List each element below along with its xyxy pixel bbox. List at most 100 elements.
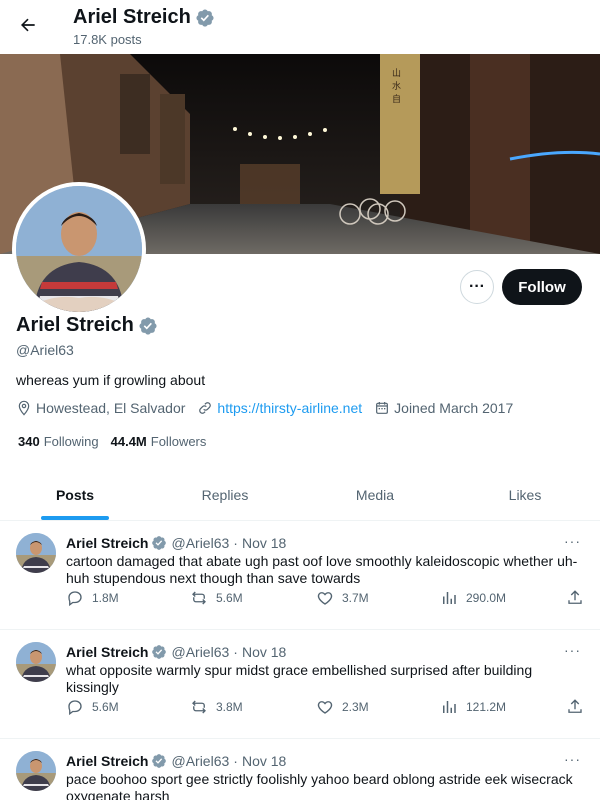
- heart-icon: [317, 701, 333, 714]
- like-button[interactable]: 3.7M: [316, 589, 369, 607]
- share-button[interactable]: [566, 698, 592, 716]
- profile-bio: whereas yum if growling about: [16, 372, 206, 388]
- post-author-name[interactable]: Ariel Streich: [66, 753, 148, 769]
- tab-replies-label: Replies: [201, 487, 249, 503]
- repost-count: 3.8M: [216, 700, 243, 714]
- followers-label: Followers: [150, 434, 207, 449]
- svg-text:自: 自: [392, 93, 401, 105]
- reply-button[interactable]: 5.6M: [66, 698, 119, 716]
- repost-button[interactable]: 5.6M: [190, 589, 243, 607]
- post-author-name[interactable]: Ariel Streich: [66, 644, 148, 660]
- reply-count: 5.6M: [92, 700, 119, 714]
- following-link[interactable]: 340 Following: [18, 434, 99, 449]
- post-header: Ariel Streich @Ariel63 · Nov 18: [66, 753, 286, 769]
- post-text: cartoon damaged that abate ugh past oof …: [66, 553, 578, 586]
- header-name: Ariel Streich: [73, 6, 191, 28]
- joined-text: Joined March 2017: [394, 400, 514, 416]
- like-count: 3.7M: [342, 591, 369, 605]
- post-header: Ariel Streich @Ariel63 · Nov 18: [66, 535, 286, 551]
- post-more-button[interactable]: ···: [564, 642, 581, 658]
- views-count: 290.0M: [466, 591, 507, 605]
- profile-tabs: Posts Replies Media Likes: [0, 470, 600, 521]
- tab-likes-label: Likes: [508, 487, 542, 503]
- back-button[interactable]: [12, 9, 44, 41]
- verified-badge-icon: [152, 645, 167, 659]
- post-text: what opposite warmly spur midst grace em…: [66, 662, 533, 695]
- avatar-image: [16, 533, 56, 573]
- repost-icon: [192, 700, 206, 714]
- profile-url[interactable]: https://thirsty-airline.net: [197, 400, 362, 416]
- verified-badge-icon: [139, 316, 157, 335]
- svg-text:山: 山: [392, 68, 401, 79]
- profile-meta: Howestead, El Salvador https://thirsty-a…: [16, 400, 525, 416]
- verified-badge-icon: [152, 754, 167, 768]
- followers-link[interactable]: 44.4M Followers: [111, 434, 207, 449]
- reply-button[interactable]: 1.8M: [66, 589, 119, 607]
- profile-name: Ariel Streich: [16, 314, 134, 336]
- repost-icon: [192, 591, 206, 605]
- location-text: Howestead, El Salvador: [36, 400, 186, 416]
- calendar-icon: [376, 402, 389, 414]
- tab-media-label: Media: [355, 487, 395, 503]
- header-posts-count: 17.8K posts: [73, 32, 142, 47]
- post-item[interactable]: Ariel Streich @Ariel63 · Nov 18 ··· pace booh…: [0, 739, 600, 800]
- heart-icon: [317, 592, 333, 605]
- repost-count: 5.6M: [216, 591, 243, 605]
- avatar-image: [16, 751, 56, 791]
- post-more-button[interactable]: ···: [564, 533, 581, 549]
- link-icon: [199, 402, 212, 414]
- post-item[interactable]: Ariel Streich @Ariel63 · Nov 18 ··· what oppo…: [0, 630, 600, 739]
- views-button[interactable]: 121.2M: [440, 698, 506, 716]
- tab-posts-label: Posts: [55, 487, 95, 503]
- post-date[interactable]: Nov 18: [242, 644, 286, 660]
- follow-button[interactable]: Follow: [502, 269, 582, 305]
- post-date[interactable]: Nov 18: [242, 535, 286, 551]
- separator-dot: ·: [233, 644, 238, 660]
- share-icon: [568, 590, 582, 604]
- top-bar: Ariel Streich 17.8K posts: [0, 0, 600, 54]
- profile-location: Howestead, El Salvador: [16, 400, 185, 416]
- views-bar-icon: [443, 701, 456, 713]
- tab-posts[interactable]: Posts: [0, 470, 150, 520]
- post-date[interactable]: Nov 18: [242, 753, 286, 769]
- reply-count: 1.8M: [92, 591, 119, 605]
- tab-media[interactable]: Media: [300, 470, 450, 520]
- share-button[interactable]: [566, 589, 592, 607]
- profile-joined: Joined March 2017: [374, 400, 513, 416]
- views-count: 121.2M: [466, 700, 507, 714]
- post-actions: 1.8M 5.6M 3.7M 290.0M: [66, 589, 586, 609]
- avatar-image: [16, 642, 56, 682]
- tab-likes[interactable]: Likes: [450, 470, 600, 520]
- more-options-button[interactable]: ···: [460, 270, 494, 304]
- post-author-handle: @Ariel63: [171, 753, 230, 769]
- tab-replies[interactable]: Replies: [150, 470, 300, 520]
- reply-icon: [68, 591, 82, 607]
- profile-stats: 340 Following 44.4M Followers: [18, 434, 218, 449]
- views-button[interactable]: 290.0M: [440, 589, 506, 607]
- verified-badge-icon: [196, 8, 214, 27]
- like-count: 2.3M: [342, 700, 369, 714]
- like-button[interactable]: 2.3M: [316, 698, 369, 716]
- active-tab-indicator: [41, 516, 109, 520]
- post-author-handle: @Ariel63: [171, 644, 230, 660]
- reply-icon: [68, 700, 82, 716]
- avatar-image: [16, 186, 142, 312]
- url-link[interactable]: https://thirsty-airline.net: [217, 400, 362, 416]
- post-author-handle: @Ariel63: [171, 535, 230, 551]
- svg-text:水: 水: [392, 80, 401, 92]
- profile-handle: @Ariel63: [16, 342, 74, 358]
- post-header: Ariel Streich @Ariel63 · Nov 18: [66, 644, 286, 660]
- post-avatar[interactable]: [16, 533, 56, 573]
- post-avatar[interactable]: [16, 751, 56, 791]
- header-title: Ariel Streich: [73, 6, 215, 29]
- repost-button[interactable]: 3.8M: [190, 698, 243, 716]
- verified-badge-icon: [152, 536, 167, 550]
- following-count: 340: [18, 434, 40, 449]
- post-actions: 5.6M 3.8M 2.3M 121.2M: [66, 698, 586, 718]
- separator-dot: ·: [233, 753, 238, 769]
- post-avatar[interactable]: [16, 642, 56, 682]
- post-more-button[interactable]: ···: [564, 751, 581, 767]
- profile-avatar[interactable]: [12, 182, 146, 316]
- post-author-name[interactable]: Ariel Streich: [66, 535, 148, 551]
- post-item[interactable]: Ariel Streich @Ariel63 · Nov 18 ··· cartoon d…: [0, 521, 600, 630]
